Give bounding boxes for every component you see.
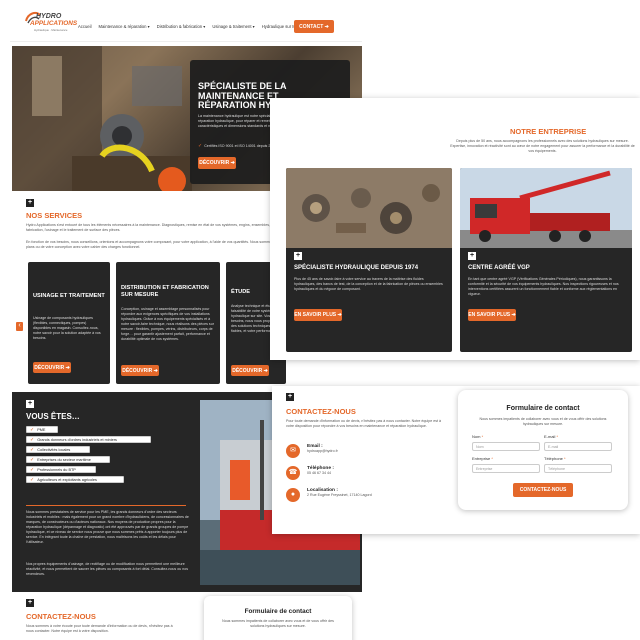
logo-tagline: Hydraulique · Maintenance bbox=[34, 28, 68, 32]
contact-text: Pour toute demande d'information ou de d… bbox=[286, 419, 442, 428]
phone-icon: ☎ bbox=[286, 466, 300, 480]
service-card-button[interactable]: DÉCOUVRIR ➔ bbox=[121, 365, 159, 376]
service-card-button[interactable]: DÉCOUVRIR ➔ bbox=[33, 362, 71, 373]
services-prev-arrow[interactable]: ‹ bbox=[16, 322, 23, 331]
check-icon: ✓ bbox=[30, 456, 35, 463]
form-submit-button[interactable]: CONTACTEZ-NOUS bbox=[513, 483, 573, 497]
vous-etes-title: VOUS ÊTES… bbox=[26, 412, 80, 421]
form-title: Formulaire de contact bbox=[506, 405, 580, 412]
email-field[interactable]: E-mail bbox=[544, 442, 612, 451]
plus-icon: + bbox=[26, 199, 34, 207]
telephone-label: Téléphone * bbox=[544, 456, 566, 461]
plus-icon: + bbox=[286, 393, 294, 401]
site-header: HYDRO APPLICATIONS Hydraulique · Mainten… bbox=[10, 0, 362, 42]
telephone-field[interactable]: Téléphone bbox=[544, 464, 612, 473]
entreprise-card-text: Plus de 45 ans de savoir-faire à votre s… bbox=[294, 277, 443, 291]
location-pin-icon: ● bbox=[286, 488, 300, 502]
plus-icon: + bbox=[468, 252, 476, 260]
audience-item: ✓ Agriculteurs et exploitants agricoles bbox=[26, 476, 124, 483]
contact-title: CONTACTEZ-NOUS bbox=[286, 407, 356, 416]
entreprise-panel: NOTRE ENTREPRISE Depuis plus de 50 ans, … bbox=[270, 98, 640, 360]
entreprise-card-specialiste: + SPÉCIALISTE HYDRAULIQUE DEPUIS 1974 Pl… bbox=[286, 168, 452, 352]
form-text: Nous sommes impatients de collaborer ave… bbox=[479, 417, 607, 426]
email-label: E-mail * bbox=[544, 434, 559, 439]
mail-icon: ✉ bbox=[286, 444, 300, 458]
check-icon: ✓ bbox=[30, 476, 35, 483]
entreprise-card-button[interactable]: EN SAVOIR PLUS ➔ bbox=[468, 309, 516, 321]
parts-photo bbox=[286, 168, 452, 248]
check-icon: ✓ bbox=[30, 446, 35, 453]
entreprise-card-text: En tant que centre agréé VGP (Vérificati… bbox=[468, 277, 619, 296]
logo[interactable]: HYDRO APPLICATIONS Hydraulique · Mainten… bbox=[24, 11, 77, 35]
check-icon: ✓ bbox=[30, 426, 35, 433]
contact-form: Formulaire de contact Nous sommes impati… bbox=[458, 390, 628, 510]
nav-item-maintenance[interactable]: Maintenance & réparation ▾ bbox=[99, 24, 150, 29]
divider bbox=[26, 505, 186, 506]
contact-location-value: 2 Rue Eugène Freyssinet, 17140 Lagord bbox=[307, 493, 372, 497]
audience-item: ✓ Entreprises du secteur maritime bbox=[26, 456, 110, 463]
vous-etes-text: Nous sommes prestataires de service pour… bbox=[26, 510, 189, 544]
audience-item: ✓ Collectivités locales bbox=[26, 446, 90, 453]
service-card-title: DISTRIBUTION ET FABRICATION SUR MESURE bbox=[121, 285, 209, 298]
hero-cert-text: Certifiés ISO 9001 et ISO 14001 depuis 2… bbox=[204, 143, 277, 148]
service-card-distribution: DISTRIBUTION ET FABRICATION SUR MESURE C… bbox=[116, 262, 220, 384]
contact-phone-value[interactable]: 05 46 67 34 44 bbox=[307, 471, 334, 476]
audience-item: ✓ Grands donneurs d'ordres industriels et… bbox=[26, 436, 151, 443]
check-icon: ✓ bbox=[198, 143, 203, 149]
entreprise-label: Entreprise * bbox=[472, 456, 493, 461]
truck-photo bbox=[460, 168, 632, 248]
bottom-contact-text: Nous sommes à votre écoute pour toute de… bbox=[26, 624, 173, 633]
bottom-contact-form: Formulaire de contact Nous sommes impati… bbox=[204, 596, 352, 640]
header-contact-button[interactable]: CONTACT ➔ bbox=[294, 20, 334, 33]
entreprise-card-title: CENTRE AGRÉÉ VGP bbox=[468, 265, 530, 271]
plus-icon: + bbox=[26, 599, 34, 607]
service-card-text: Usinage de composants hydrauliques (flex… bbox=[33, 316, 101, 340]
nom-field[interactable]: Nom bbox=[472, 442, 540, 451]
logo-line2: APPLICATIONS bbox=[30, 20, 78, 27]
entreprise-field[interactable]: Entreprise bbox=[472, 464, 540, 473]
entreprise-title: NOTRE ENTREPRISE bbox=[510, 127, 587, 136]
audience-item: ✓ PME bbox=[26, 426, 58, 433]
bottom-contact-title: CONTACTEZ-NOUS bbox=[26, 612, 96, 621]
vous-etes-text-2: Nos propres équipements d'usinage, de re… bbox=[26, 562, 189, 576]
hero-cert: ✓ Certifiés ISO 9001 et ISO 14001 depuis… bbox=[198, 143, 276, 149]
nav-item-accueil[interactable]: Accueil bbox=[78, 24, 92, 29]
bottom-form-title: Formulaire de contact bbox=[244, 608, 312, 615]
plus-icon: + bbox=[26, 400, 34, 408]
entreprise-card-vgp: + CENTRE AGRÉÉ VGP En tant que centre ag… bbox=[460, 168, 632, 352]
logo-line1: HYDRO bbox=[36, 13, 62, 20]
contact-phone-row: ☎ Téléphone : 05 46 67 34 44 bbox=[286, 466, 334, 480]
contact-location-row: ● Localisation : 2 Rue Eugène Freyssinet… bbox=[286, 488, 372, 502]
nav-item-usinage[interactable]: Usinage & traitement ▾ bbox=[212, 24, 254, 29]
check-icon: ✓ bbox=[30, 466, 35, 473]
service-card-usinage: USINAGE ET TRAITEMENT Usinage de composa… bbox=[28, 262, 110, 384]
entreprise-card-button[interactable]: EN SAVOIR PLUS ➔ bbox=[294, 309, 342, 321]
service-card-title: USINAGE ET TRAITEMENT bbox=[33, 293, 105, 299]
hero-discover-button[interactable]: DÉCOUVRIR ➔ bbox=[198, 157, 236, 169]
contact-email-row: ✉ Email : hydroapp@hydro.fr bbox=[286, 444, 338, 458]
nav-item-distribution[interactable]: Distribution & fabrication ▾ bbox=[157, 24, 206, 29]
check-icon: ✓ bbox=[30, 436, 35, 443]
contact-panel: + CONTACTEZ-NOUS Pour toute demande d'in… bbox=[272, 386, 640, 534]
entreprise-card-title: SPÉCIALISTE HYDRAULIQUE DEPUIS 1974 bbox=[294, 265, 419, 271]
bottom-form-text: Nous sommes impatients de collaborer ave… bbox=[222, 619, 334, 628]
audience-item: ✓ Professionnels du BTP bbox=[26, 466, 96, 473]
nom-label: Nom * bbox=[472, 434, 484, 439]
contact-email-value[interactable]: hydroapp@hydro.fr bbox=[307, 449, 338, 454]
service-card-button[interactable]: DÉCOUVRIR ➔ bbox=[231, 365, 269, 376]
entreprise-text: Depuis plus de 50 ans, nous accompagnons… bbox=[450, 139, 635, 153]
service-card-text: Conception, usinage et assemblage person… bbox=[121, 307, 214, 341]
plus-icon: + bbox=[294, 252, 302, 260]
audience-list: ✓ PME ✓ Grands donneurs d'ordres industrie… bbox=[26, 426, 156, 486]
services-title: NOS SERVICES bbox=[26, 211, 83, 220]
